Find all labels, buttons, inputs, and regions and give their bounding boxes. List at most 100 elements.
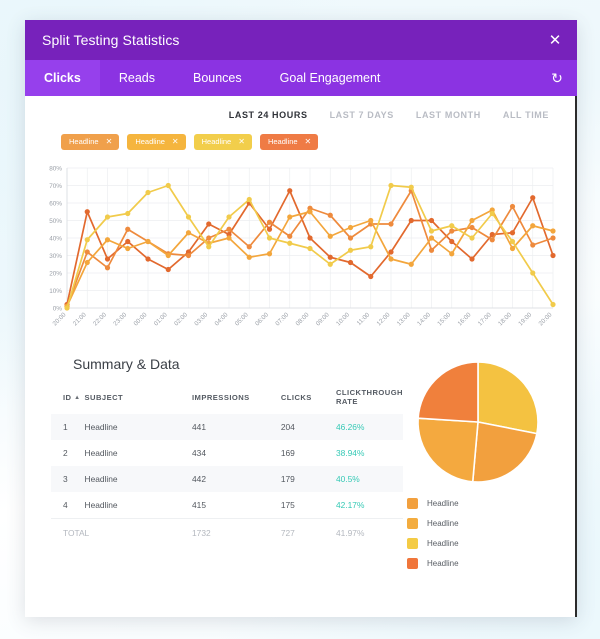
cell-id: 1	[51, 414, 85, 440]
clicks-line-chart: 0%10%20%30%40%50%60%70%80%20:0021:0022:0…	[25, 150, 575, 342]
cell-total-label: TOTAL	[51, 519, 192, 547]
modal-body: LAST 24 HOURS LAST 7 DAYS LAST MONTH ALL…	[25, 96, 577, 617]
pie-legend-item[interactable]: Headline	[407, 518, 459, 529]
column-header-clicks[interactable]: CLICKS	[281, 388, 336, 414]
pie-slice[interactable]	[418, 418, 478, 482]
table-row[interactable]: 1 Headline 441 204 46.26%	[51, 414, 403, 440]
close-icon[interactable]: ✕	[106, 138, 113, 146]
cell-subject: Headline	[85, 466, 192, 492]
pie-chart-panel: Headline Headline Headline Headline	[403, 350, 553, 578]
series-chip[interactable]: Headline ✕	[260, 134, 318, 150]
svg-text:16:00: 16:00	[457, 311, 473, 327]
cell-clickthrough-rate: 40.5%	[336, 466, 403, 492]
series-chip[interactable]: Headline ✕	[61, 134, 119, 150]
range-last-7-days[interactable]: LAST 7 DAYS	[330, 110, 394, 120]
page-title: Split Testing Statistics	[25, 32, 533, 48]
cell-impressions: 442	[192, 466, 281, 492]
cell-id: 4	[51, 492, 85, 519]
svg-text:22:00: 22:00	[92, 311, 108, 327]
svg-text:04:00: 04:00	[214, 311, 230, 327]
svg-text:15:00: 15:00	[436, 311, 452, 327]
tab-goal-engagement[interactable]: Goal Engagement	[261, 60, 400, 96]
svg-text:05:00: 05:00	[234, 311, 250, 327]
cell-clickthrough-rate: 42.17%	[336, 492, 403, 519]
modal-titlebar: Split Testing Statistics ✕	[25, 20, 577, 60]
tab-reads[interactable]: Reads	[100, 60, 174, 96]
column-header-clickthrough-rate[interactable]: CLICKTHROUGH RATE	[336, 388, 403, 414]
pie-legend-item[interactable]: Headline	[407, 538, 459, 549]
series-chip[interactable]: Headline ✕	[127, 134, 185, 150]
svg-text:20:00: 20:00	[52, 311, 68, 327]
tab-reads-label: Reads	[119, 71, 155, 85]
table-header-row: ID ▲ SUBJECT IMPRESSIONS CLICKS CLICKTHR…	[51, 388, 403, 414]
table-row[interactable]: 2 Headline 434 169 38.94%	[51, 440, 403, 466]
close-icon[interactable]: ✕	[238, 138, 245, 146]
summary-table-head: ID ▲ SUBJECT IMPRESSIONS CLICKS CLICKTHR…	[51, 388, 403, 414]
svg-text:03:00: 03:00	[193, 311, 209, 327]
cell-id: 3	[51, 466, 85, 492]
cell-id: 2	[51, 440, 85, 466]
series-chip[interactable]: Headline ✕	[194, 134, 252, 150]
svg-text:07:00: 07:00	[274, 311, 290, 327]
pie-legend-label: Headline	[427, 559, 459, 568]
tabbar-spacer	[399, 60, 537, 96]
split-testing-statistics-modal: Split Testing Statistics ✕ Clicks Reads …	[25, 20, 577, 617]
svg-text:20:00: 20:00	[538, 311, 554, 327]
svg-text:12:00: 12:00	[376, 311, 392, 327]
svg-text:20%: 20%	[49, 270, 62, 277]
cell-clicks: 204	[281, 414, 336, 440]
range-last-month[interactable]: LAST MONTH	[416, 110, 481, 120]
cell-clicks: 179	[281, 466, 336, 492]
svg-text:10:00: 10:00	[335, 311, 351, 327]
svg-text:23:00: 23:00	[112, 311, 128, 327]
range-all-time[interactable]: ALL TIME	[503, 110, 549, 120]
summary-table: ID ▲ SUBJECT IMPRESSIONS CLICKS CLICKTHR…	[51, 388, 403, 546]
pie-legend: Headline Headline Headline Headline	[403, 498, 459, 578]
close-icon[interactable]: ✕	[533, 20, 577, 60]
tab-clicks[interactable]: Clicks	[25, 60, 100, 96]
range-last-24-hours[interactable]: LAST 24 HOURS	[229, 110, 308, 120]
cell-clicks: 169	[281, 440, 336, 466]
close-icon[interactable]: ✕	[305, 138, 312, 146]
svg-text:10%: 10%	[49, 288, 62, 295]
series-chip-label: Headline	[268, 138, 298, 146]
svg-text:30%: 30%	[49, 253, 62, 260]
legend-swatch-icon	[407, 538, 418, 549]
pie-legend-label: Headline	[427, 499, 459, 508]
pie-legend-item[interactable]: Headline	[407, 498, 459, 509]
cell-total-clickthrough-rate: 41.97%	[336, 519, 403, 547]
svg-text:40%: 40%	[49, 235, 62, 242]
svg-text:60%: 60%	[49, 200, 62, 207]
column-header-impressions[interactable]: IMPRESSIONS	[192, 388, 281, 414]
cell-subject: Headline	[85, 440, 192, 466]
pie-legend-item[interactable]: Headline	[407, 558, 459, 569]
summary-title: Summary & Data	[51, 350, 403, 388]
sort-ascending-icon: ▲	[74, 395, 80, 401]
column-header-subject[interactable]: SUBJECT	[85, 388, 192, 414]
summary-table-body: 1 Headline 441 204 46.26% 2 Headline 434…	[51, 414, 403, 546]
svg-text:08:00: 08:00	[295, 311, 311, 327]
close-icon[interactable]: ✕	[172, 138, 179, 146]
table-row[interactable]: 3 Headline 442 179 40.5%	[51, 466, 403, 492]
summary-table-panel: Summary & Data ID ▲ SUBJECT IMPRESSIONS …	[51, 350, 403, 578]
cell-impressions: 434	[192, 440, 281, 466]
series-chip-label: Headline	[69, 138, 99, 146]
svg-text:02:00: 02:00	[173, 311, 189, 327]
cell-clickthrough-rate: 38.94%	[336, 440, 403, 466]
svg-text:09:00: 09:00	[315, 311, 331, 327]
tab-bounces[interactable]: Bounces	[174, 60, 261, 96]
cell-subject: Headline	[85, 414, 192, 440]
svg-text:06:00: 06:00	[254, 311, 270, 327]
pie-slice[interactable]	[418, 362, 478, 422]
pie-slice[interactable]	[473, 422, 537, 482]
refresh-icon[interactable]: ↻	[537, 60, 577, 96]
svg-text:0%: 0%	[53, 305, 63, 312]
cell-total-clicks: 727	[281, 519, 336, 547]
cell-clickthrough-rate: 46.26%	[336, 414, 403, 440]
series-chip-list: Headline ✕ Headline ✕ Headline ✕ Headlin…	[25, 120, 575, 150]
legend-swatch-icon	[407, 518, 418, 529]
pie-slice[interactable]	[478, 362, 538, 434]
cell-impressions: 415	[192, 492, 281, 519]
table-row[interactable]: 4 Headline 415 175 42.17%	[51, 492, 403, 519]
column-header-id[interactable]: ID ▲	[51, 388, 85, 414]
